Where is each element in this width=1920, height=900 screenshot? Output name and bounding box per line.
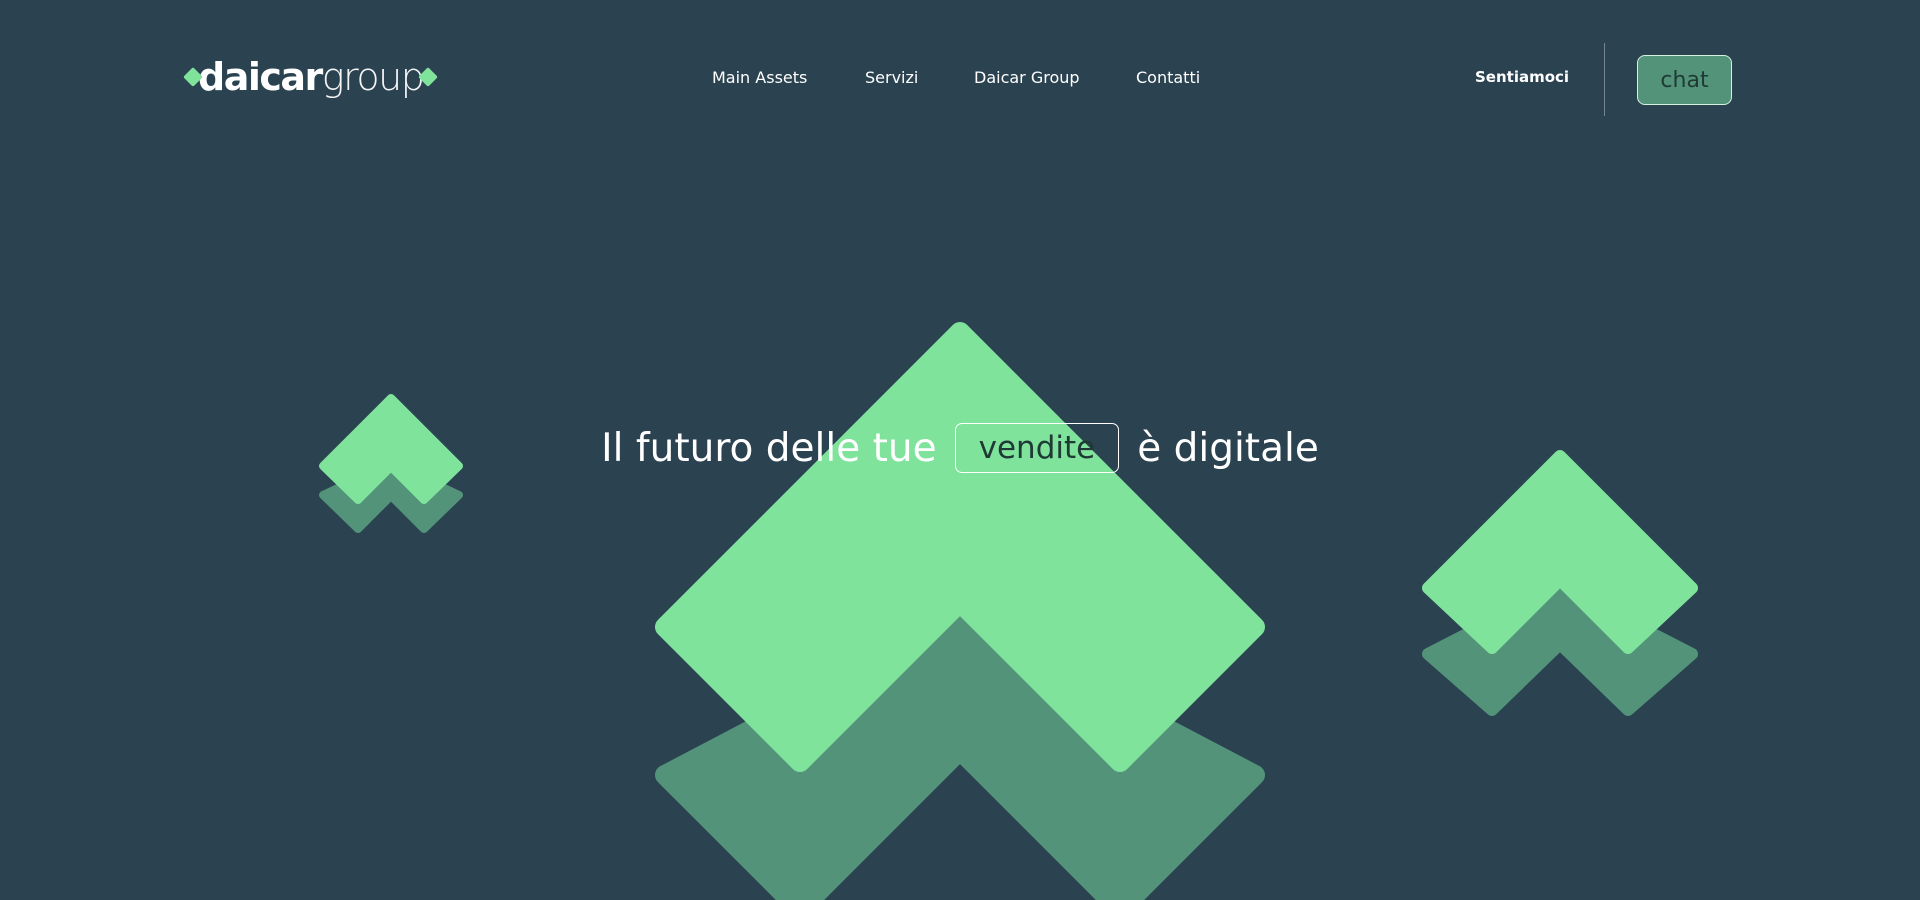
chevron-medium-right-icon <box>1422 450 1698 716</box>
nav-item-main-assets[interactable]: Main Assets <box>712 68 807 87</box>
sentiamoci-link[interactable]: Sentiamoci <box>1475 68 1569 86</box>
hero-text-after: è digitale <box>1137 425 1319 471</box>
logo-text-light: group <box>321 55 425 99</box>
nav-item-servizi[interactable]: Servizi <box>865 68 918 87</box>
page: daicar group Main Assets Servizi Daicar … <box>0 0 1920 900</box>
chevron-large-center-icon <box>655 322 1265 900</box>
logo-text-bold: daicar <box>198 55 323 99</box>
daicargroup-logo[interactable]: daicar group <box>183 52 439 102</box>
hero-text-before: Il futuro delle tue <box>601 425 937 471</box>
nav-item-contatti[interactable]: Contatti <box>1136 68 1200 87</box>
hero-highlight-pill: vendite <box>954 423 1120 473</box>
chat-button[interactable]: chat <box>1637 55 1732 105</box>
hero-headline: Il futuro delle tue vendite è digitale <box>0 420 1920 476</box>
nav-item-daicar-group[interactable]: Daicar Group <box>974 68 1080 87</box>
header-divider <box>1604 43 1605 116</box>
